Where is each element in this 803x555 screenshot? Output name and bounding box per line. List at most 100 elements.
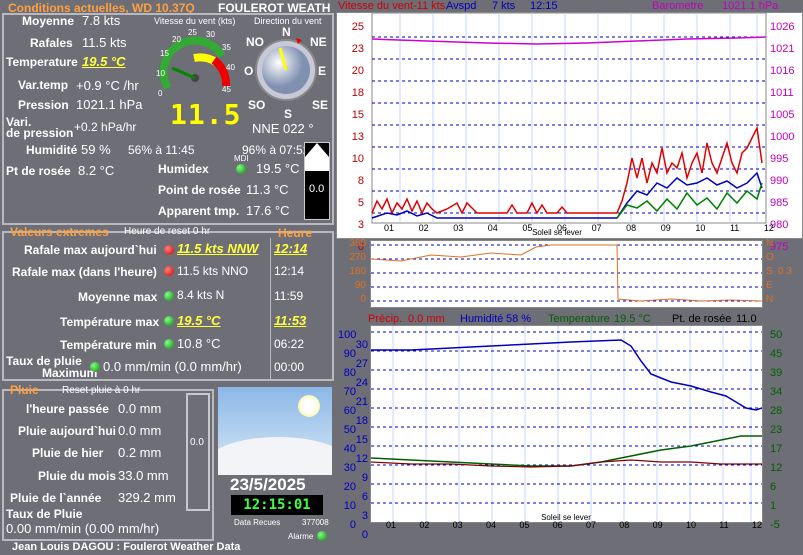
apparent-value: 17.6 °C <box>246 203 290 218</box>
c1-lt2: 20 <box>351 65 364 77</box>
dewpoint-label: Pt. de rosée <box>672 313 732 325</box>
rain-row4-label: Pluie de l`année <box>10 491 102 505</box>
c3-rt0: 50 <box>770 329 783 341</box>
extremes-heure: Heure <box>278 226 313 240</box>
vartemp-label: Var.temp <box>18 78 69 92</box>
humidite-max: 96% à 07:52 <box>242 143 310 157</box>
c1-rt0: 1026 <box>770 21 795 33</box>
c3-rt8: 6 <box>770 481 777 493</box>
ext-row4-value: 10.8 °C <box>177 336 221 351</box>
ext-row3-label: Température max <box>60 315 160 329</box>
pression-label: Pression <box>18 98 69 112</box>
apparent-label: Apparent tmp. <box>158 204 240 218</box>
c3-mt2: 24 <box>355 377 368 389</box>
c2-r2: S <box>766 266 773 277</box>
wind-digital-readout: 11.5 <box>170 98 242 131</box>
moyenne-value: 7.8 kts <box>82 13 121 28</box>
compass-ne: NE <box>310 35 327 49</box>
c3-mt8: 6 <box>361 491 368 503</box>
c1-x4: 05 <box>522 223 533 233</box>
chart2-left-axis: 360 270 180 90 0 <box>348 237 366 307</box>
ext-row4-time: 06:22 <box>274 337 305 351</box>
rain-taux-value: 0.00 mm/min (0.00 mm/hr) <box>6 521 160 536</box>
c3-x10: 11 <box>719 520 729 530</box>
c3-x0: 01 <box>386 520 397 530</box>
chart3-area[interactable]: Soleil se lever <box>370 325 763 523</box>
svg-text:25: 25 <box>188 28 197 37</box>
chart1-avspd-value: 7 kts <box>492 0 516 12</box>
chart1-time: 12:15 <box>530 0 558 12</box>
ext-row3-time: 11:53 <box>274 313 307 328</box>
c3-mt0: 30 <box>355 339 368 351</box>
ext-pluie-indicator <box>90 362 100 372</box>
alarme-indicator[interactable] <box>317 531 327 541</box>
c3-mt5: 15 <box>355 434 368 446</box>
c3-x1: 02 <box>419 520 430 530</box>
chart2-right-axis: NOSEN <box>766 237 774 307</box>
compass-se: SE <box>312 98 329 112</box>
c1-rt1: 1021 <box>770 43 795 55</box>
ext-row1-time: 12:14 <box>274 264 305 278</box>
svg-text:40: 40 <box>226 63 235 72</box>
compass-so: SO <box>248 98 266 112</box>
c3-x3: 04 <box>485 520 496 530</box>
pression-value: 1021.1 hPa <box>76 97 143 112</box>
c1-lt4: 15 <box>351 109 364 121</box>
c2-lt3: 90 <box>354 280 366 291</box>
temperature-value: 19.5 °C <box>614 313 651 325</box>
c1-lt6: 10 <box>351 153 364 165</box>
humidite-min: 56% à 11:45 <box>128 143 195 157</box>
chart2-svg <box>370 244 763 302</box>
wind-speed-gauge: 0 10 15 20 25 30 35 40 45 <box>156 28 235 98</box>
svg-text:15: 15 <box>160 49 169 58</box>
c2-lt1: 270 <box>349 252 366 263</box>
c2-r3: E <box>766 280 773 291</box>
c3-rt5: 23 <box>770 424 783 436</box>
humidex-label: Humidex <box>158 162 209 176</box>
data-received-count: 377008 <box>302 518 329 527</box>
c1-lt9: 3 <box>357 219 364 231</box>
rain-gauge-value: 0.0 <box>190 437 204 448</box>
svg-text:35: 35 <box>222 43 231 52</box>
rain-row0-label: l'heure passée <box>26 402 109 416</box>
c3-mt10: 0 <box>361 529 368 541</box>
c1-x10: 11 <box>729 223 740 233</box>
mdi-label: MDI <box>234 154 249 163</box>
chart1-area[interactable]: Soleil se lever <box>336 12 803 239</box>
c3-rt4: 28 <box>770 405 783 417</box>
chart2-area[interactable] <box>370 240 763 308</box>
c1-rt3: 1011 <box>770 87 794 99</box>
time-display: 12:15:01 <box>231 495 323 515</box>
rain-row1-label: Pluie aujourd`hui <box>18 424 116 438</box>
rosee-label: Pt de rosée <box>6 164 71 178</box>
c1-x6: 07 <box>591 223 602 233</box>
c3-x8: 09 <box>652 520 663 530</box>
c1-x7: 08 <box>626 223 637 233</box>
footer-text: Jean Louis DAGOU : Foulerot Weather Data <box>12 541 241 553</box>
c2-lt2: 180 <box>349 266 366 277</box>
c3-x6: 07 <box>585 520 596 530</box>
chart1-avspd: Avspd <box>446 0 477 12</box>
rain-row3-label: Pluie du mois <box>38 469 117 483</box>
temperature-label: Temperature <box>548 313 610 325</box>
svg-text:0: 0 <box>158 89 163 98</box>
chart1-baro-value: 1021.1 hPa <box>722 0 779 12</box>
c1-lt8: 5 <box>357 197 364 209</box>
c3-rt9: 1 <box>770 500 777 512</box>
rain-row2-value: 0.2 mm <box>118 445 162 460</box>
c3-x4: 05 <box>519 520 530 530</box>
varipress-label2: de pression <box>6 126 74 140</box>
rain-row3-value: 33.0 mm <box>118 468 169 483</box>
compass-o: O <box>244 64 254 78</box>
svg-text:30: 30 <box>206 30 215 39</box>
humidex-value: 19.5 °C <box>256 161 300 176</box>
c3-rt1: 45 <box>770 348 783 360</box>
ext-pluie-time: 00:00 <box>274 360 305 374</box>
data-received-label: Data Recues <box>234 518 281 527</box>
ext-row4-indicator <box>164 339 174 349</box>
humidex-indicator <box>236 164 246 174</box>
c1-lt5: 13 <box>351 131 364 143</box>
chart3-svg: Soleil se lever <box>370 326 763 522</box>
rain-row4-value: 329.2 mm <box>118 490 176 505</box>
c1-rt7: 990 <box>770 175 789 187</box>
